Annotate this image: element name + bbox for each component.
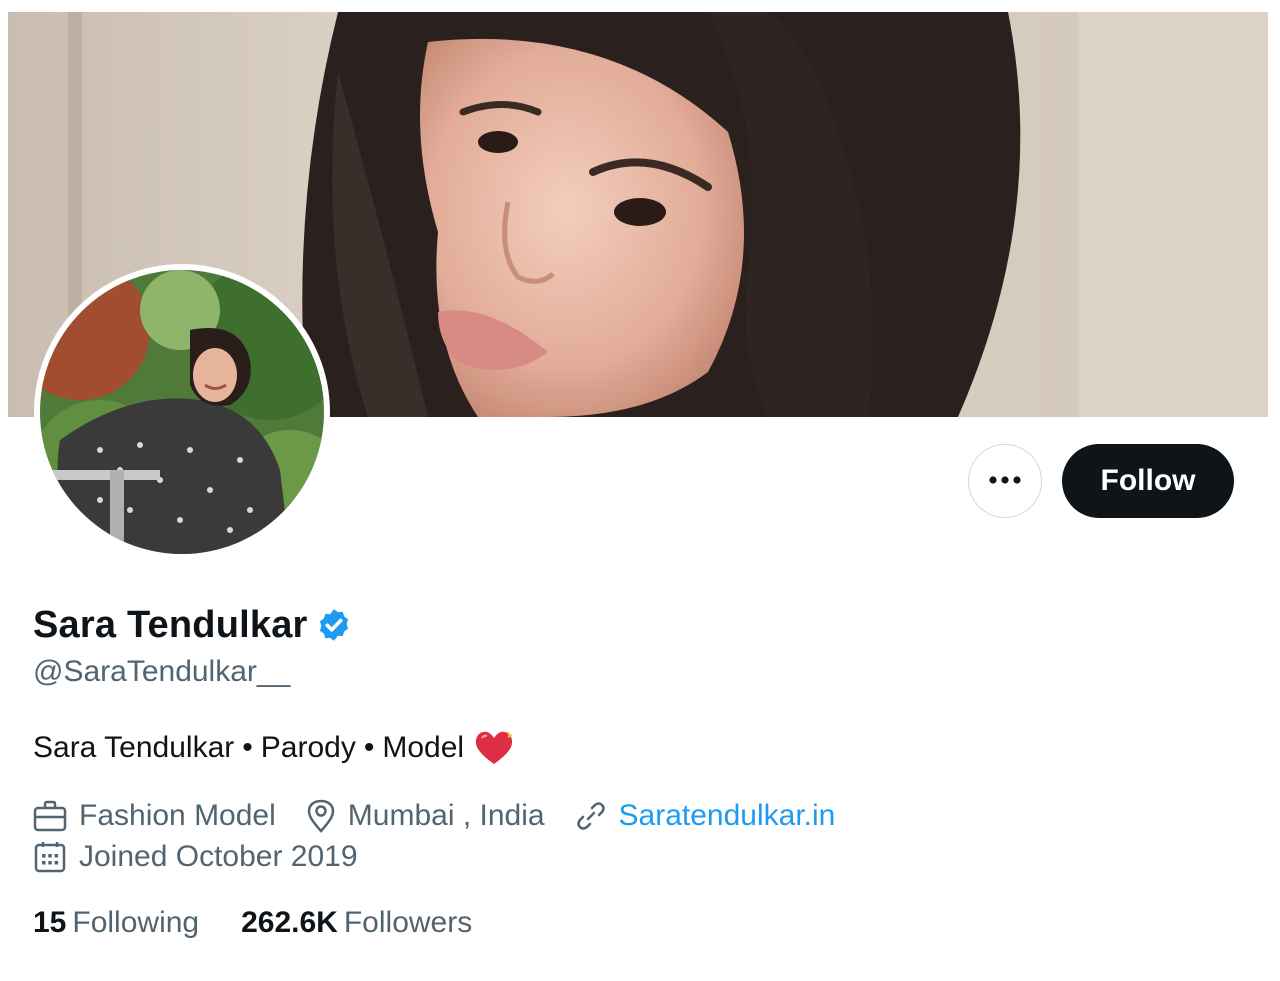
- profile-page: Follow Sara Tendulkar @SaraTendulkar__ S…: [0, 0, 1280, 981]
- verified-badge-icon[interactable]: [316, 607, 352, 643]
- calendar-icon: [33, 840, 67, 874]
- bio-name: Sara Tendulkar: [33, 731, 235, 764]
- bio-separator: •: [242, 731, 253, 764]
- website-link[interactable]: Saratendulkar.in: [619, 799, 836, 833]
- more-options-button[interactable]: [968, 444, 1042, 518]
- category-label: Fashion Model: [79, 799, 276, 832]
- bio-model: Model: [382, 731, 465, 764]
- location-pin-icon: [306, 799, 336, 833]
- followers-count: 262.6K: [241, 906, 338, 939]
- more-dots-icon: [988, 472, 1022, 490]
- joined-item: Joined October 2019: [33, 840, 358, 874]
- briefcase-icon: [33, 800, 67, 832]
- following-count: 15: [33, 906, 67, 939]
- profile-meta-row: Fashion Model Mumbai , India Saratendulk…: [33, 799, 865, 833]
- heart-icon: [474, 730, 514, 766]
- follow-stats: 15 Following 262.6K Followers: [33, 906, 514, 940]
- bio-parody: Parody: [260, 731, 356, 764]
- location-item: Mumbai , India: [306, 799, 545, 833]
- category-item: Fashion Model: [33, 799, 276, 833]
- following-label: Following: [72, 906, 200, 939]
- follow-button[interactable]: Follow: [1062, 444, 1234, 518]
- handle: @SaraTendulkar__: [33, 655, 291, 688]
- joined-label: Joined October 2019: [79, 840, 358, 873]
- following-stat[interactable]: 15 Following: [33, 906, 199, 940]
- name-row: Sara Tendulkar: [33, 600, 352, 650]
- joined-row: Joined October 2019: [33, 840, 388, 874]
- display-name: Sara Tendulkar: [33, 603, 308, 646]
- bio-separator: •: [363, 731, 375, 764]
- link-icon: [575, 800, 607, 832]
- avatar-image: [40, 270, 324, 554]
- followers-stat[interactable]: 262.6K Followers: [241, 906, 472, 940]
- location-label: Mumbai , India: [347, 799, 545, 832]
- bio: Sara Tendulkar • Parody • Model: [33, 730, 514, 766]
- avatar[interactable]: [34, 264, 330, 560]
- website-item[interactable]: Saratendulkar.in: [575, 799, 836, 833]
- followers-label: Followers: [343, 906, 473, 939]
